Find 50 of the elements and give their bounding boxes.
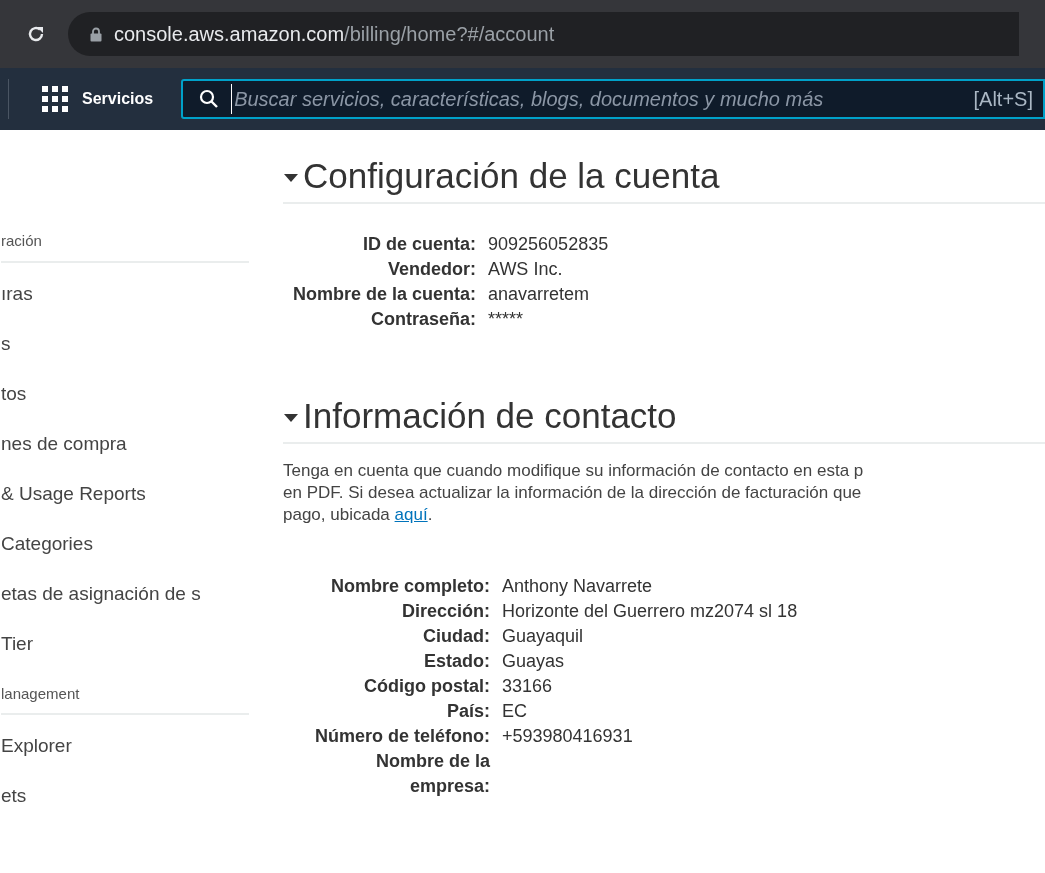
services-button[interactable]: Servicios [42, 86, 154, 112]
field-label: Nombre de la empresa: [374, 750, 490, 798]
section-title: Configuración de la cuenta [303, 156, 720, 196]
sidebar-link[interactable]: ets [1, 771, 206, 821]
sidebar-link[interactable]: tos [1, 368, 206, 419]
field-label: Nombre de la cuenta: [293, 283, 477, 306]
field-value: EC [502, 700, 528, 723]
sidebar-link[interactable]: ıras [1, 268, 206, 319]
sidebar-link[interactable]: Explorer [1, 721, 206, 771]
caret-icon[interactable] [283, 413, 299, 423]
field-value: Horizonte del Guerrero mz2074 sl 18 [502, 600, 799, 623]
field-value: AWS Inc. [488, 258, 564, 281]
field-value: Guayas [502, 650, 566, 673]
field-label: Ciudad: [423, 625, 490, 648]
link[interactable]: aquí [394, 505, 428, 524]
search-field[interactable]: Buscar servicios, características, blogs, documentos y mucho más [Alt+S] [181, 79, 1045, 119]
field-value: +593980416931 [502, 725, 634, 748]
sidebar-link[interactable]: Tier [1, 618, 206, 669]
field-label: País: [446, 700, 490, 723]
field-value: anavarretem [488, 283, 591, 306]
section-heading: ración [1, 230, 249, 263]
section-title: Información de contacto [303, 396, 677, 436]
address-bar[interactable]: console.aws.amazon.com/billing/home?#/account [68, 12, 1019, 56]
field-label: Nombre completo: [331, 575, 490, 598]
field-value: Guayaquil [502, 625, 585, 648]
url-text: console.aws.amazon.com/billing/home?#/account [114, 22, 555, 47]
sidebar-link[interactable]: & Usage Reports [1, 468, 206, 519]
section-heading: lanagement [1, 682, 249, 715]
lock-icon [90, 26, 102, 42]
search-icon [199, 89, 220, 109]
field-label: Estado: [424, 650, 490, 673]
field-value: ***** [488, 308, 525, 331]
field-label: Vendedor: [388, 258, 477, 281]
field-value: 33166 [502, 675, 554, 698]
field-label: Número de teléfono: [315, 725, 490, 748]
sidebar-link[interactable]: s [1, 318, 206, 369]
field-label: ID de cuenta: [363, 233, 477, 256]
field-value: 909256052835 [488, 233, 610, 256]
caret-icon[interactable] [283, 173, 299, 183]
grid-icon [42, 86, 68, 112]
field-value: Anthony Navarrete [502, 575, 654, 598]
shortcut-hint: [Alt+S] [973, 87, 1033, 112]
sidebar-link[interactable]: etas de asignación de s [1, 568, 206, 619]
note-paragraph: Tenga en cuenta que cuando modifique su información de contacto en esta p en PDF. Si desea actualizar la información de la dirección de facturación que pago, ubicada aquí. [283, 460, 865, 526]
sidebar-link[interactable]: nes de compra [1, 418, 206, 469]
reload-icon[interactable] [26, 24, 46, 44]
field-label: Dirección: [401, 600, 490, 623]
field-label: Contraseña: [371, 308, 477, 331]
field-label: Código postal: [364, 675, 490, 698]
sidebar-link[interactable]: Categories [1, 518, 206, 569]
